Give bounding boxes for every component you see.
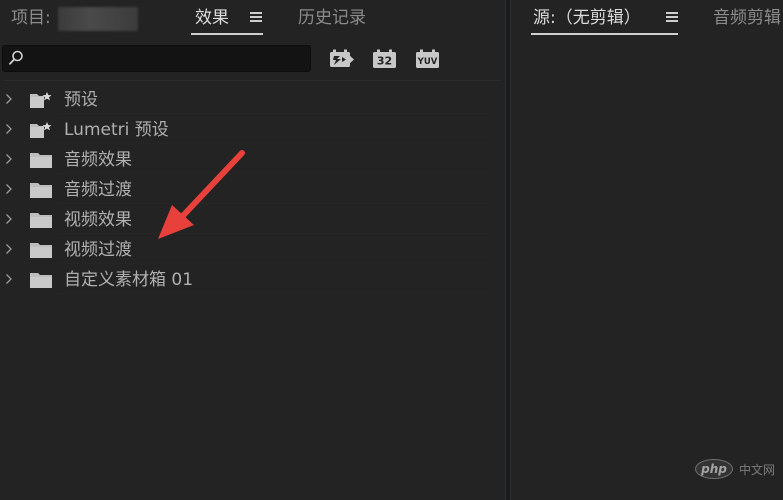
chevron-right-icon[interactable] [5, 183, 13, 195]
tree-item-label: 视频过渡 [64, 240, 132, 260]
tab-source[interactable]: 源:（无剪辑） [533, 8, 641, 28]
chevron-right-icon[interactable] [5, 273, 13, 285]
tree-item-audio-effects[interactable]: 音频效果 [0, 144, 490, 174]
tab-history[interactable]: 历史记录 [298, 8, 366, 28]
chevron-right-icon[interactable] [5, 153, 13, 165]
project-name-redacted [58, 7, 138, 31]
right-tab-bar: 源:（无剪辑） 音频剪辑 [511, 0, 783, 40]
folder-icon [30, 183, 52, 198]
source-monitor-panel: 源:（无剪辑） 音频剪辑 [511, 0, 783, 500]
accelerated-effects-icon[interactable] [329, 49, 355, 69]
premiere-workspace: 项目: 效果 历史记录 32 YUV 预设 Lumetri 预设 音频效果 音频… [0, 0, 783, 500]
folder-icon [30, 243, 52, 258]
search-icon [9, 50, 23, 65]
tree-divider [4, 80, 501, 81]
tree-item-audio-transitions[interactable]: 音频过渡 [0, 174, 490, 204]
tab-effects[interactable]: 效果 [195, 8, 229, 28]
effects-panel-menu-icon[interactable] [250, 12, 262, 23]
folder-icon [30, 213, 52, 228]
tab-audio-clip-mixer[interactable]: 音频剪辑 [713, 8, 781, 28]
folder-icon [30, 153, 52, 168]
source-panel-menu-icon[interactable] [666, 12, 678, 23]
tree-item-video-effects[interactable]: 视频效果 [0, 204, 490, 234]
effects-panel: 项目: 效果 历史记录 32 YUV 预设 Lumetri 预设 音频效果 音频… [0, 0, 505, 500]
star-folder-icon [30, 122, 52, 138]
star-folder-icon [30, 92, 52, 108]
active-tab-indicator [191, 33, 263, 35]
tree-item-label: 音频过渡 [64, 180, 132, 200]
chevron-right-icon[interactable] [5, 123, 13, 135]
yuv-effects-icon[interactable]: YUV [415, 49, 441, 69]
watermark: php 中文网 [694, 458, 775, 480]
folder-icon [30, 273, 52, 288]
effects-search-input[interactable] [2, 45, 311, 72]
watermark-text: 中文网 [738, 462, 775, 477]
row-divider [58, 293, 488, 294]
tree-item-label: 视频效果 [64, 210, 132, 230]
chevron-right-icon[interactable] [5, 243, 13, 255]
tree-item-label: 自定义素材箱 01 [64, 270, 194, 290]
left-tab-bar: 项目: 效果 历史记录 [0, 0, 505, 40]
chevron-right-icon[interactable] [5, 93, 13, 105]
32bit-label: 32 [377, 55, 392, 68]
tree-item-label: 音频效果 [64, 150, 132, 170]
tree-item-presets[interactable]: 预设 [0, 84, 490, 114]
chevron-right-icon[interactable] [5, 213, 13, 225]
tree-item-label: Lumetri 预设 [64, 120, 169, 140]
php-logo: php [694, 459, 733, 479]
32bit-color-icon[interactable]: 32 [372, 49, 398, 69]
active-tab-indicator [531, 33, 678, 35]
tree-item-lumetri-presets[interactable]: Lumetri 预设 [0, 114, 490, 144]
tree-item-custom-bin[interactable]: 自定义素材箱 01 [0, 264, 490, 294]
tree-item-label: 预设 [64, 90, 98, 110]
tab-project[interactable]: 项目: [11, 8, 51, 28]
tree-item-video-transitions[interactable]: 视频过渡 [0, 234, 490, 264]
yuv-label: YUV [417, 57, 438, 67]
